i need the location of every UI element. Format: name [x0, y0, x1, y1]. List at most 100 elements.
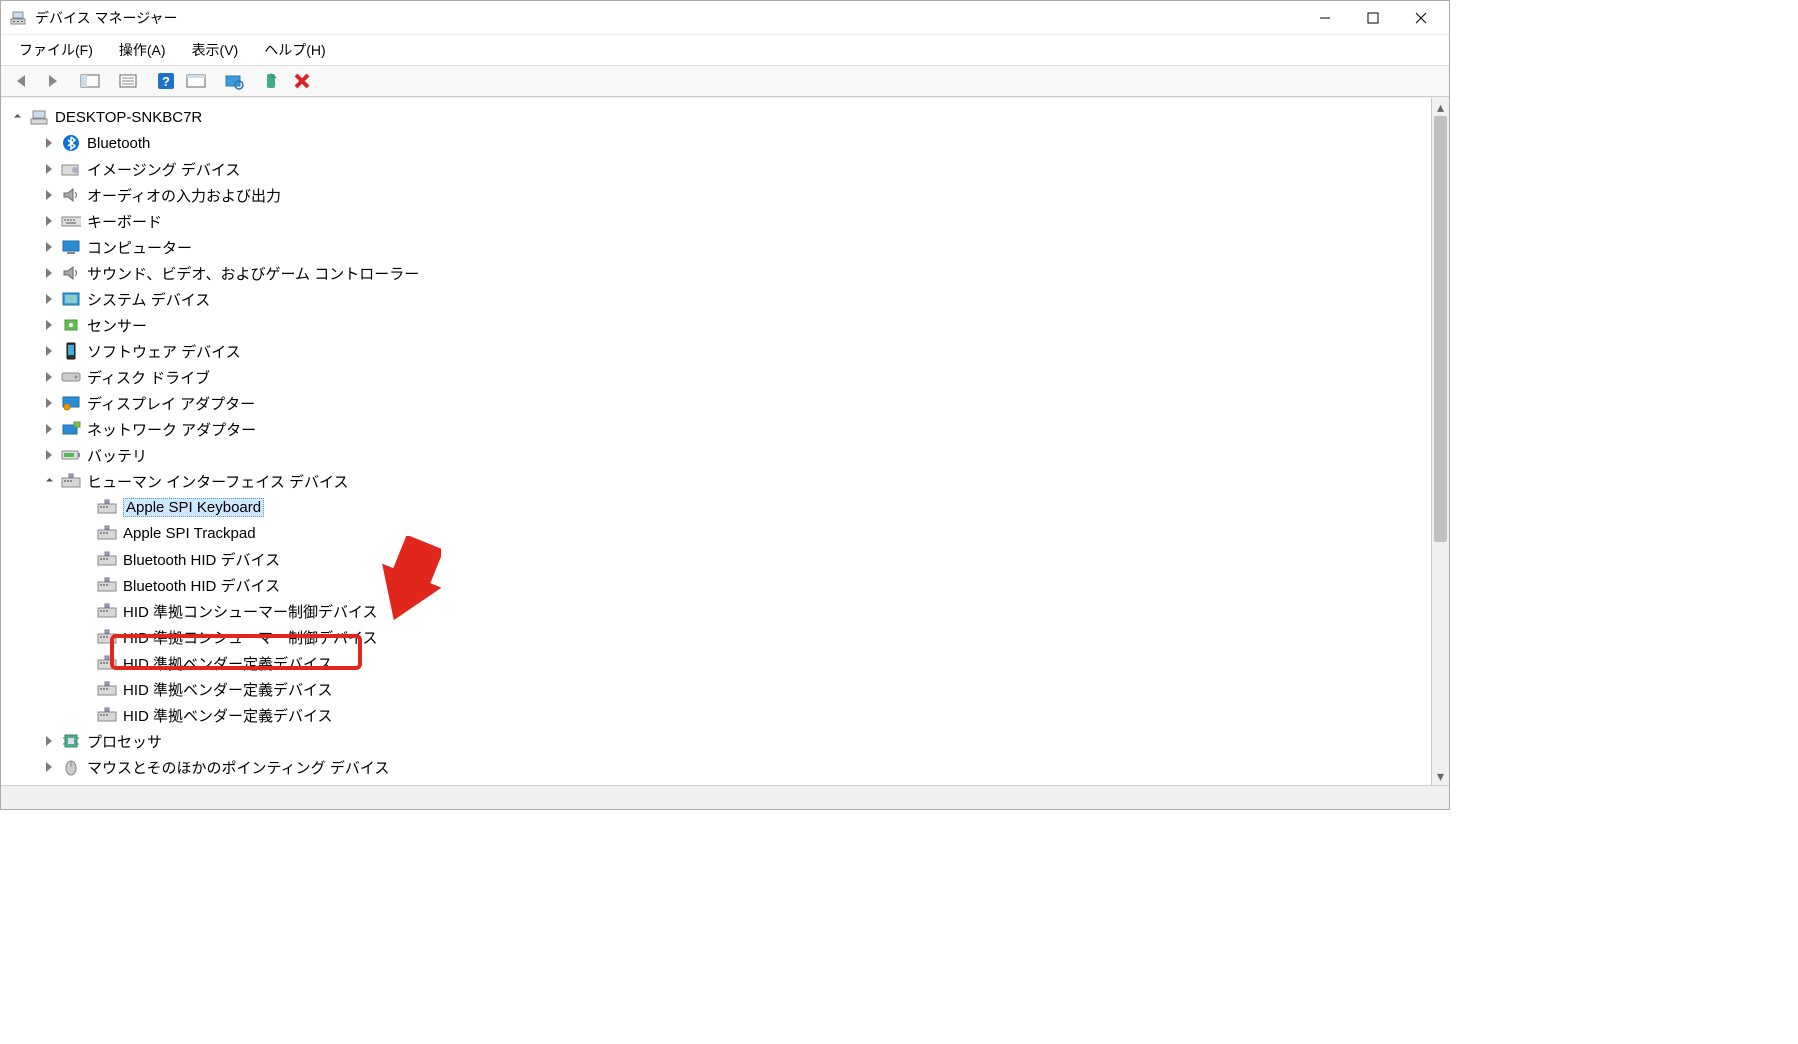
enable-device-button[interactable]: [257, 68, 287, 94]
tree-item-label: Apple SPI Keyboard: [123, 498, 264, 517]
menu-action[interactable]: 操作(A): [107, 36, 178, 64]
tree-device-13-1[interactable]: Apple SPI Trackpad: [9, 520, 1449, 546]
sensor-icon: [61, 316, 81, 334]
tree-category-11[interactable]: ネットワーク アダプター: [9, 416, 1449, 442]
update-driver-button[interactable]: [181, 68, 211, 94]
expander-none: [77, 603, 93, 619]
hid-icon: [97, 550, 117, 568]
expander-none: [77, 629, 93, 645]
tree-item-label: ディスプレイ アダプター: [87, 393, 255, 414]
hid-icon: [97, 498, 117, 516]
expander-icon[interactable]: [41, 447, 57, 463]
expander-icon[interactable]: [41, 421, 57, 437]
sound-icon: [61, 264, 81, 282]
hid-icon: [97, 576, 117, 594]
expander-icon[interactable]: [41, 733, 57, 749]
tree-category-14[interactable]: プロセッサ: [9, 728, 1449, 754]
tree-category-4[interactable]: コンピューター: [9, 234, 1449, 260]
bluetooth-icon: [61, 134, 81, 152]
expander-icon[interactable]: [41, 291, 57, 307]
tree-category-10[interactable]: ディスプレイ アダプター: [9, 390, 1449, 416]
scroll-down-button[interactable]: ▾: [1432, 767, 1449, 785]
tree-item-label: コンピューター: [87, 237, 192, 258]
expander-icon[interactable]: [41, 343, 57, 359]
expander-icon[interactable]: [41, 239, 57, 255]
back-button[interactable]: [7, 68, 37, 94]
expander-none: [77, 577, 93, 593]
help-button[interactable]: ?: [151, 68, 181, 94]
tree-category-9[interactable]: ディスク ドライブ: [9, 364, 1449, 390]
tree-category-8[interactable]: ソフトウェア デバイス: [9, 338, 1449, 364]
hid-icon: [97, 524, 117, 542]
expander-icon[interactable]: [41, 759, 57, 775]
expander-icon[interactable]: [41, 395, 57, 411]
menu-view[interactable]: 表示(V): [180, 36, 251, 64]
expander-icon[interactable]: [41, 135, 57, 151]
audio-icon: [61, 186, 81, 204]
close-button[interactable]: [1397, 3, 1445, 33]
tree-category-13[interactable]: ヒューマン インターフェイス デバイス: [9, 468, 1449, 494]
window-buttons: [1301, 3, 1445, 33]
scrollbar[interactable]: ▴ ▾: [1431, 98, 1449, 785]
minimize-button[interactable]: [1301, 3, 1349, 33]
tree-device-13-2[interactable]: Bluetooth HID デバイス: [9, 546, 1449, 572]
tree-device-13-5[interactable]: HID 準拠コンシューマー制御デバイス: [9, 624, 1449, 650]
uninstall-device-button[interactable]: [287, 68, 317, 94]
tree-device-13-3[interactable]: Bluetooth HID デバイス: [9, 572, 1449, 598]
tree-item-label: プロセッサ: [87, 731, 162, 752]
tree-device-13-0[interactable]: Apple SPI Keyboard: [9, 494, 1449, 520]
forward-button[interactable]: [37, 68, 67, 94]
tree-category-0[interactable]: Bluetooth: [9, 130, 1449, 156]
expander-icon[interactable]: [41, 317, 57, 333]
show-hide-console-tree-button[interactable]: [75, 68, 105, 94]
maximize-button[interactable]: [1349, 3, 1397, 33]
tree-device-13-4[interactable]: HID 準拠コンシューマー制御デバイス: [9, 598, 1449, 624]
scroll-thumb[interactable]: [1434, 116, 1447, 542]
computer-root-icon: [29, 108, 49, 126]
tree-root[interactable]: DESKTOP-SNKBC7R: [9, 104, 1449, 130]
tree-item-label: HID 準拠ベンダー定義デバイス: [123, 653, 333, 674]
tree-device-13-8[interactable]: HID 準拠ベンダー定義デバイス: [9, 702, 1449, 728]
expander-none: [77, 655, 93, 671]
expander-icon[interactable]: [41, 369, 57, 385]
network-icon: [61, 420, 81, 438]
tree-item-label: HID 準拠ベンダー定義デバイス: [123, 679, 333, 700]
expander-icon[interactable]: [41, 473, 57, 489]
device-manager-window: デバイス マネージャー ファイル(F) 操作(A) 表示(V) ヘルプ(H) ?…: [0, 0, 1450, 810]
tree-item-label: オーディオの入力および出力: [87, 185, 281, 206]
battery-icon: [61, 446, 81, 464]
tree-item-label: イメージング デバイス: [87, 159, 240, 180]
keyboard-icon: [61, 212, 81, 230]
tree-category-5[interactable]: サウンド、ビデオ、およびゲーム コントローラー: [9, 260, 1449, 286]
tree-category-15[interactable]: マウスとそのほかのポインティング デバイス: [9, 754, 1449, 780]
tree-device-13-6[interactable]: HID 準拠ベンダー定義デバイス: [9, 650, 1449, 676]
menu-help[interactable]: ヘルプ(H): [252, 36, 337, 64]
scan-hardware-button[interactable]: [219, 68, 249, 94]
tree-category-7[interactable]: センサー: [9, 312, 1449, 338]
tree-category-6[interactable]: システム デバイス: [9, 286, 1449, 312]
tree-category-2[interactable]: オーディオの入力および出力: [9, 182, 1449, 208]
tree-category-1[interactable]: イメージング デバイス: [9, 156, 1449, 182]
expander-none: [77, 681, 93, 697]
properties-button[interactable]: [113, 68, 143, 94]
tree-item-label: Apple SPI Trackpad: [123, 525, 256, 542]
expander-none: [77, 499, 93, 515]
expander-icon[interactable]: [41, 265, 57, 281]
svg-text:?: ?: [162, 74, 170, 89]
mouse-icon: [61, 758, 81, 776]
expander-icon[interactable]: [9, 109, 25, 125]
content-area: DESKTOP-SNKBC7R Bluetooth イメージング デバイス オー…: [1, 97, 1449, 785]
tree-item-label: Bluetooth HID デバイス: [123, 575, 280, 596]
expander-icon[interactable]: [41, 187, 57, 203]
menu-file[interactable]: ファイル(F): [7, 36, 105, 64]
expander-icon[interactable]: [41, 213, 57, 229]
device-tree[interactable]: DESKTOP-SNKBC7R Bluetooth イメージング デバイス オー…: [1, 98, 1449, 785]
hid-icon: [97, 602, 117, 620]
tree-category-3[interactable]: キーボード: [9, 208, 1449, 234]
scroll-up-button[interactable]: ▴: [1432, 98, 1449, 116]
titlebar: デバイス マネージャー: [1, 1, 1449, 35]
tree-device-13-7[interactable]: HID 準拠ベンダー定義デバイス: [9, 676, 1449, 702]
imaging-icon: [61, 160, 81, 178]
expander-icon[interactable]: [41, 161, 57, 177]
tree-category-12[interactable]: バッテリ: [9, 442, 1449, 468]
